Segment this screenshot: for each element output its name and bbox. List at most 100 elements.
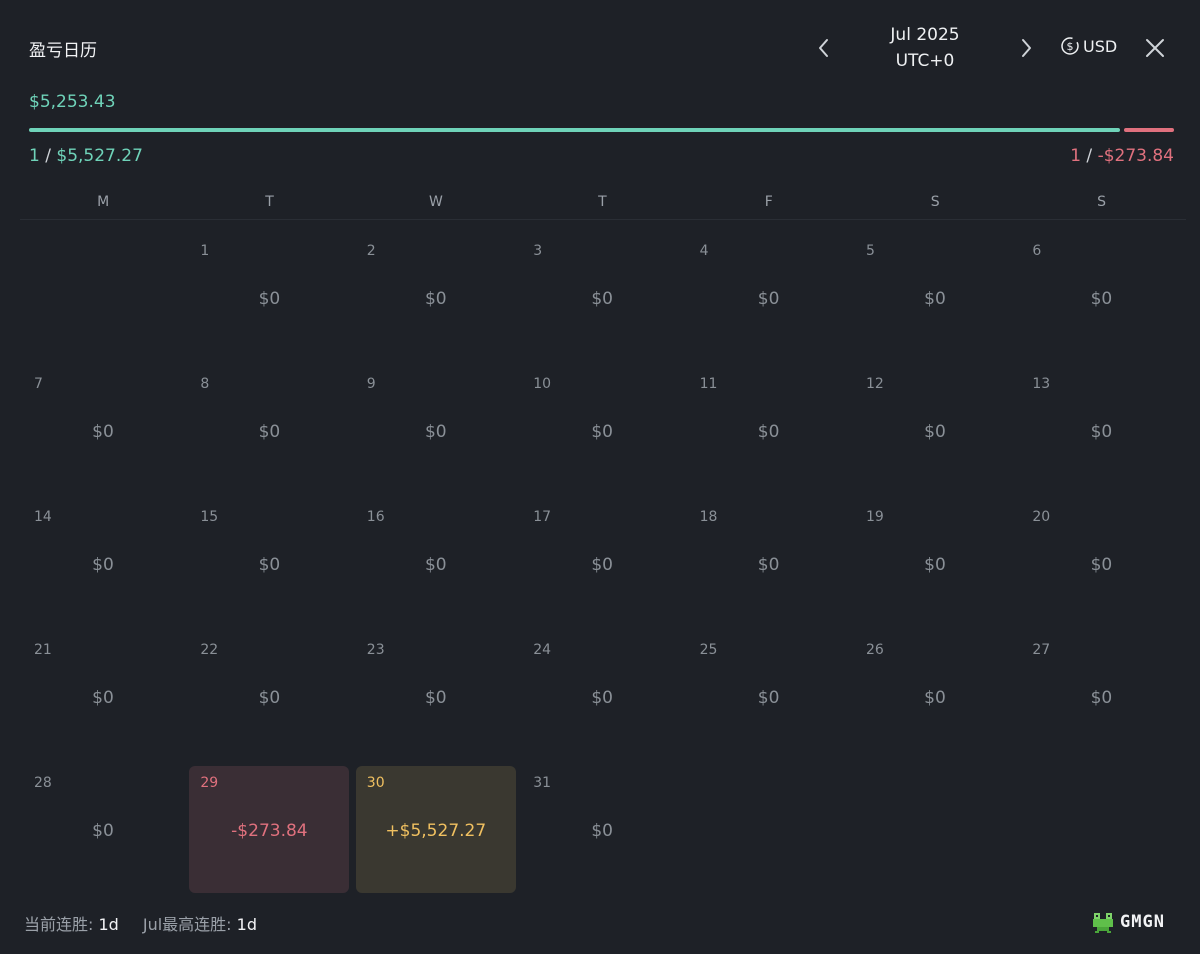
day-number: 13 bbox=[1032, 376, 1051, 392]
day-cell[interactable]: 17 $0 bbox=[522, 500, 682, 627]
loss-summary: 1 / -$273.84 bbox=[1070, 146, 1174, 166]
chevron-right-icon bbox=[1022, 39, 1031, 57]
day-cell[interactable]: 23 $0 bbox=[356, 633, 516, 760]
day-cell[interactable]: 25 $0 bbox=[689, 633, 849, 760]
day-number: 22 bbox=[200, 642, 219, 658]
brand-logo: GMGN bbox=[1090, 909, 1165, 935]
day-number: 25 bbox=[699, 642, 718, 658]
day-pnl-value: $0 bbox=[258, 289, 281, 309]
weekday-header: M T W T F S S bbox=[20, 186, 1186, 220]
close-icon[interactable] bbox=[1142, 35, 1168, 61]
day-pnl-value: $0 bbox=[591, 688, 613, 708]
day-pnl-value: -$273.84 bbox=[231, 821, 308, 841]
day-pnl-value: $0 bbox=[591, 422, 613, 442]
frog-logo-icon bbox=[1093, 913, 1113, 933]
day-cell[interactable]: 10 $0 bbox=[522, 367, 682, 494]
currency-toggle-button[interactable]: $ USD bbox=[1060, 36, 1117, 56]
weekday-label: F bbox=[764, 194, 773, 210]
day-pnl-value: $0 bbox=[757, 688, 780, 708]
day-cell[interactable]: 3 $0 bbox=[522, 234, 682, 361]
loss-ratio-bar bbox=[1124, 128, 1174, 132]
next-month-button[interactable] bbox=[1011, 33, 1041, 63]
day-pnl-value: $0 bbox=[924, 688, 946, 708]
day-pnl-value: $0 bbox=[757, 555, 780, 575]
month-selector[interactable]: Jul 2025 UTC+0 bbox=[855, 22, 995, 74]
day-cell[interactable]: 18 $0 bbox=[689, 500, 849, 627]
day-number: 5 bbox=[866, 243, 875, 259]
day-pnl-value: $0 bbox=[1090, 422, 1113, 442]
day-number: 19 bbox=[866, 509, 884, 525]
weekday-label: W bbox=[429, 194, 443, 210]
day-pnl-value: $0 bbox=[424, 555, 447, 575]
day-cell[interactable]: 21 $0 bbox=[23, 633, 183, 760]
day-cell[interactable]: 29 -$273.84 bbox=[189, 766, 350, 893]
prev-month-button[interactable] bbox=[809, 33, 839, 63]
currency-label: USD bbox=[1083, 36, 1118, 56]
day-pnl-value: $0 bbox=[924, 555, 946, 575]
day-cell[interactable]: 19 $0 bbox=[855, 500, 1015, 627]
weekday-label: T bbox=[598, 194, 607, 210]
day-cell[interactable]: 16 $0 bbox=[356, 500, 516, 627]
day-cell[interactable]: 28 $0 bbox=[23, 766, 183, 893]
day-number: 15 bbox=[200, 509, 219, 525]
day-cell[interactable]: 9 $0 bbox=[356, 367, 516, 494]
day-number: 20 bbox=[1032, 509, 1051, 525]
day-cell[interactable]: 8 $0 bbox=[189, 367, 349, 494]
day-pnl-value: $0 bbox=[757, 422, 780, 442]
loss-count: 1 bbox=[1070, 146, 1082, 166]
day-cell[interactable]: 1 $0 bbox=[189, 234, 349, 361]
brand-name: GMGN bbox=[1120, 912, 1165, 932]
best-streak: Jul最高连胜: 1d bbox=[143, 911, 257, 935]
streak-footer: 当前连胜: 1d Jul最高连胜: 1d bbox=[24, 911, 257, 935]
day-cell[interactable]: 2 $0 bbox=[356, 234, 516, 361]
day-cell[interactable]: 30 +$5,527.27 bbox=[355, 766, 516, 893]
day-number: 3 bbox=[533, 243, 543, 259]
day-cell[interactable]: 13 $0 bbox=[1021, 367, 1181, 494]
win-amount: $5,527.27 bbox=[56, 146, 143, 166]
day-number: 29 bbox=[200, 775, 219, 791]
current-streak-label: 当前连胜: bbox=[24, 915, 94, 934]
win-summary: 1 / $5,527.27 bbox=[29, 146, 143, 166]
day-cell[interactable]: 14 $0 bbox=[23, 500, 183, 627]
day-pnl-value: $0 bbox=[258, 555, 281, 575]
svg-text:$: $ bbox=[1067, 40, 1074, 53]
day-number: 21 bbox=[34, 642, 52, 658]
day-cell[interactable]: 27 $0 bbox=[1021, 633, 1181, 760]
day-cell[interactable]: 15 $0 bbox=[189, 500, 349, 627]
day-cell[interactable]: 20 $0 bbox=[1021, 500, 1181, 627]
day-number: 24 bbox=[533, 642, 552, 658]
day-number: 4 bbox=[699, 243, 709, 259]
day-number: 14 bbox=[34, 509, 52, 525]
best-streak-value: 1d bbox=[236, 915, 257, 934]
day-number: 2 bbox=[366, 243, 376, 259]
day-pnl-value: $0 bbox=[591, 289, 613, 309]
day-number: 30 bbox=[366, 775, 385, 791]
win-count: 1 bbox=[29, 146, 40, 166]
day-pnl-value: +$5,527.27 bbox=[385, 821, 487, 841]
day-cell[interactable]: 24 $0 bbox=[522, 633, 682, 760]
day-pnl-value: $0 bbox=[924, 422, 946, 442]
day-number: 23 bbox=[366, 642, 385, 658]
day-number: 7 bbox=[34, 376, 43, 392]
day-cell[interactable]: 11 $0 bbox=[689, 367, 849, 494]
day-number: 1 bbox=[200, 243, 210, 259]
day-cell[interactable]: 7 $0 bbox=[23, 367, 183, 494]
day-cell[interactable]: 22 $0 bbox=[189, 633, 349, 760]
day-cell[interactable]: 26 $0 bbox=[855, 633, 1015, 760]
day-cell[interactable]: 5 $0 bbox=[855, 234, 1015, 361]
total-pnl: $5,253.43 bbox=[29, 92, 116, 112]
day-pnl-value: $0 bbox=[1090, 289, 1113, 309]
day-cell[interactable]: 31 $0 bbox=[522, 766, 682, 893]
day-cell[interactable]: 4 $0 bbox=[689, 234, 849, 361]
day-pnl-value: $0 bbox=[92, 821, 114, 841]
day-cell[interactable]: 6 $0 bbox=[1021, 234, 1181, 361]
day-cell[interactable]: 12 $0 bbox=[855, 367, 1015, 494]
day-pnl-value: $0 bbox=[591, 821, 613, 841]
timezone-label: UTC+0 bbox=[895, 51, 955, 71]
day-pnl-value: $0 bbox=[92, 422, 114, 442]
page-title: 盈亏日历 bbox=[29, 41, 97, 61]
day-pnl-value: $0 bbox=[92, 688, 114, 708]
day-number: 27 bbox=[1032, 642, 1051, 658]
win-ratio-bar bbox=[29, 128, 1120, 132]
day-number: 28 bbox=[34, 775, 52, 791]
